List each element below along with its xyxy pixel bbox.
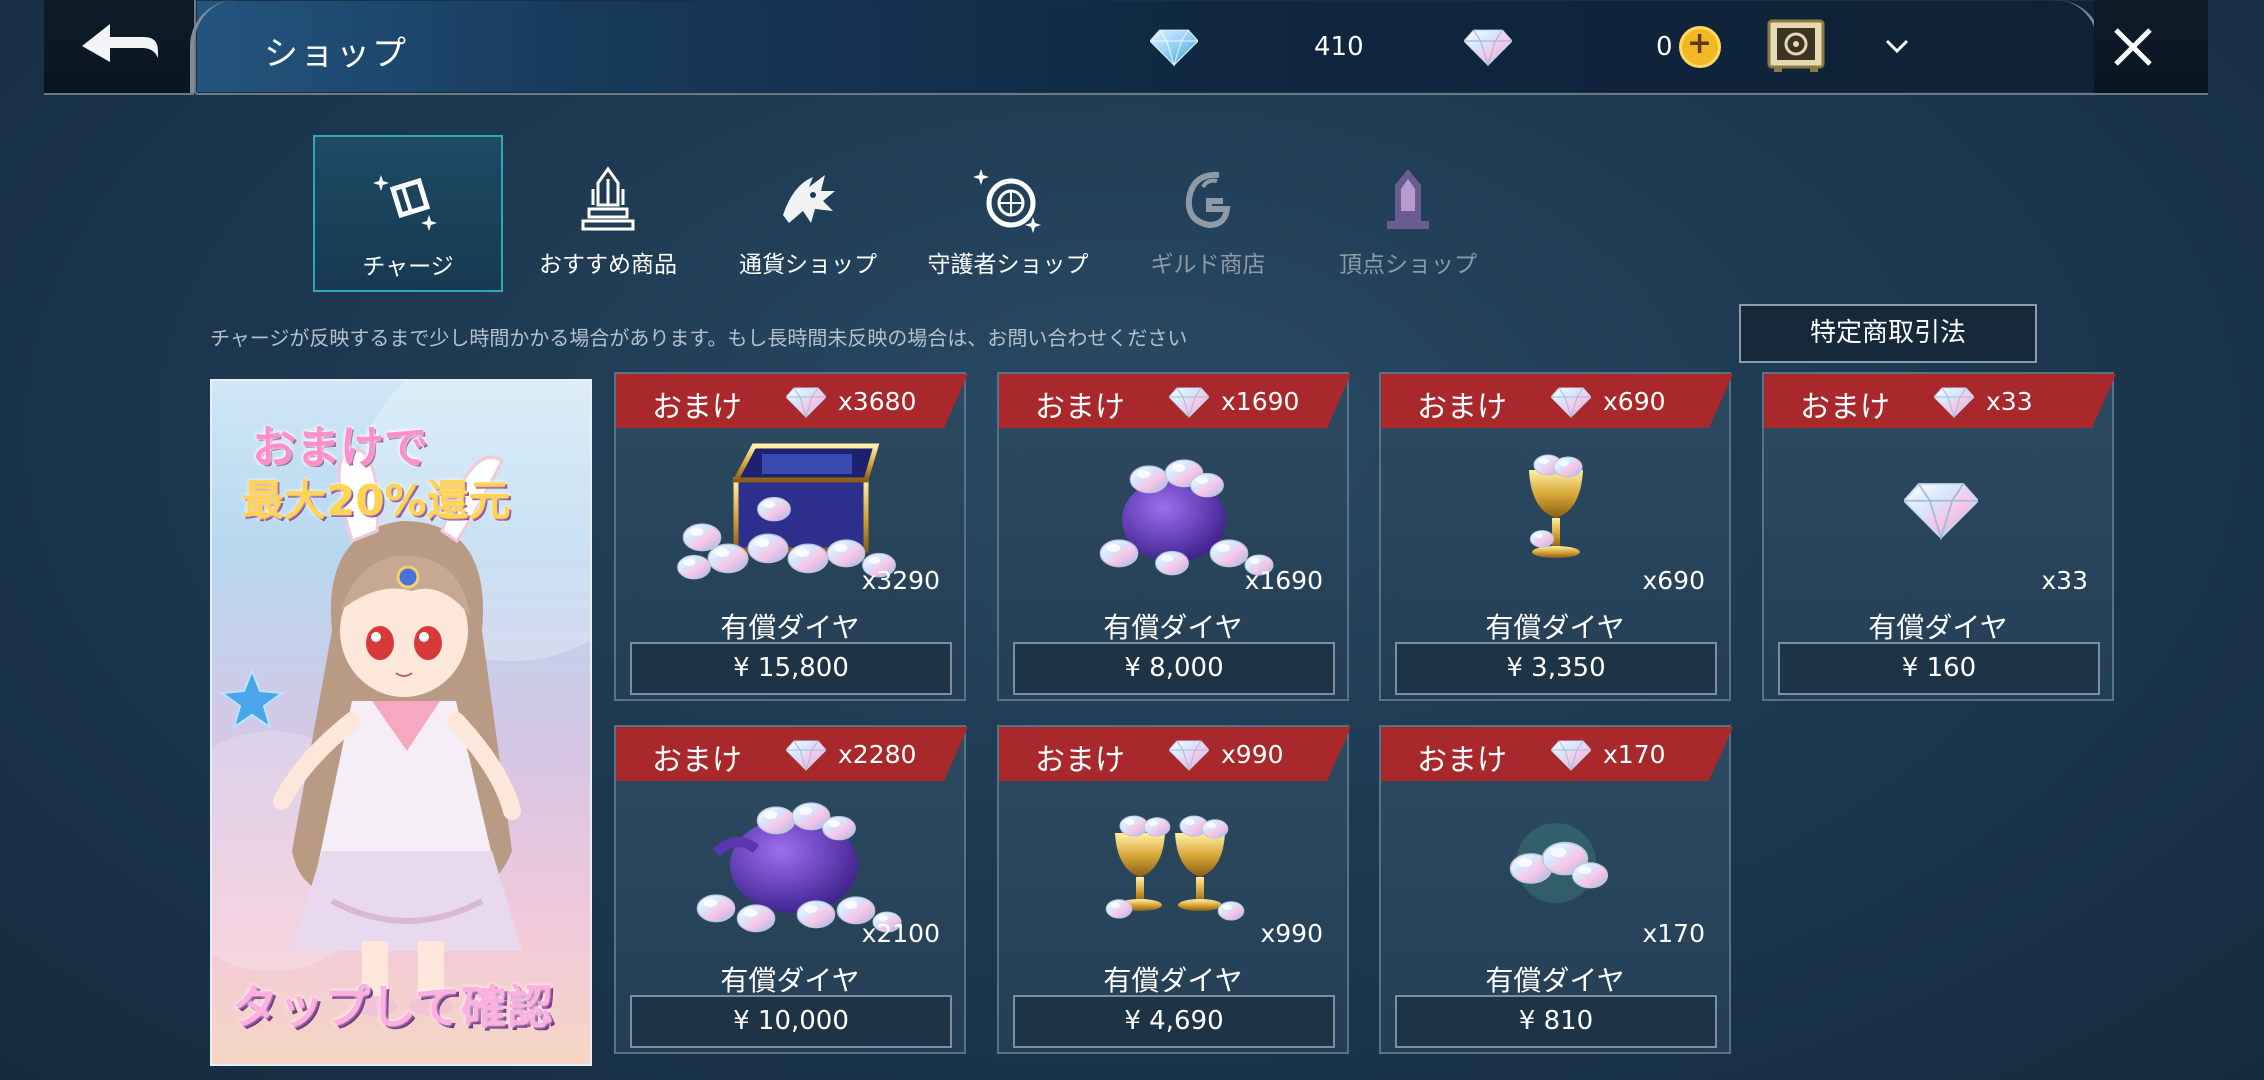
gem-pile-icon	[1509, 823, 1609, 903]
tab-guild-store[interactable]: ギルド商店	[1113, 135, 1303, 292]
bonus-label: おまけ	[1417, 390, 1507, 425]
bonus-amount: x1690	[1221, 387, 1300, 416]
product-card-690[interactable]: おまけ x690 x690 有償ダイヤ ¥ 3,350	[1379, 372, 1733, 701]
tab-charge-label: チャージ	[362, 254, 454, 280]
price-button[interactable]: ¥ 810	[1395, 995, 1717, 1048]
product-name: 有償ダイヤ	[1103, 964, 1243, 997]
quantity: x2100	[861, 919, 940, 948]
goblet-icon	[1529, 454, 1583, 558]
diamond-icon	[786, 739, 826, 771]
quantity: x170	[1642, 919, 1705, 948]
product-name: 有償ダイヤ	[720, 611, 860, 644]
dragon-icon	[783, 175, 835, 223]
close-icon[interactable]	[2110, 24, 2156, 70]
back-arrow-icon[interactable]	[74, 18, 164, 74]
tower-icon	[581, 166, 635, 231]
diamond-icon	[1551, 739, 1591, 771]
bonus-amount: x33	[1986, 387, 2033, 416]
tab-guardian-shop[interactable]: 守護者ショップ	[913, 135, 1103, 292]
commercial-law-button[interactable]: 特定商取引法	[1739, 304, 2037, 363]
top-bar: ショップ 410 0 +	[44, 0, 2208, 95]
paid-diamond-counter	[1150, 22, 1198, 72]
bonus-amount: x2280	[838, 740, 917, 769]
bonus-amount: x170	[1603, 740, 1666, 769]
bonus-label: おまけ	[1035, 390, 1125, 425]
quantity: x3290	[861, 566, 940, 595]
add-diamond-button[interactable]: +	[1678, 26, 1721, 68]
banner-headline-1: おまけで	[252, 422, 428, 473]
guardian-emblem-icon	[973, 169, 1041, 233]
product-card-170[interactable]: おまけ x170 x170 有償ダイヤ ¥ 810	[1379, 725, 1733, 1054]
tab-recommended-label: おすすめ商品	[539, 252, 677, 278]
bonus-amount: x990	[1221, 740, 1284, 769]
free-diamond-value-wrap: 0 +	[1656, 22, 1721, 72]
quantity: x990	[1260, 919, 1323, 948]
double-goblet-icon	[1105, 815, 1245, 921]
bonus-amount: x690	[1603, 387, 1666, 416]
page-title: ショップ	[264, 34, 408, 74]
price-button[interactable]: ¥ 160	[1778, 642, 2100, 695]
price-button[interactable]: ¥ 10,000	[630, 995, 952, 1048]
product-card-1690[interactable]: おまけ x1690 x1690 有償ダイヤ ¥ 8,000	[997, 372, 1351, 701]
guild-crest-icon	[1185, 171, 1231, 229]
product-name: 有償ダイヤ	[1103, 611, 1243, 644]
price-button[interactable]: ¥ 3,350	[1395, 642, 1717, 695]
diamond-icon	[1551, 386, 1591, 418]
tab-apex-shop-label: 頂点ショップ	[1339, 252, 1477, 278]
price-button[interactable]: ¥ 4,690	[1013, 995, 1335, 1048]
bonus-amount: x3680	[838, 387, 917, 416]
diamond-icon	[1169, 739, 1209, 771]
bonus-banner[interactable]: おまけで 最大20%還元 タップして確認	[210, 379, 592, 1066]
paid-diamond-icon	[1150, 29, 1198, 67]
banner-headline-2: 最大20%還元	[242, 476, 511, 525]
banner-cta: タップして確認	[232, 980, 553, 1034]
paid-diamond-count: 410	[1314, 32, 1364, 62]
tab-currency-shop-label: 通貨ショップ	[739, 252, 877, 278]
price-button[interactable]: ¥ 15,800	[630, 642, 952, 695]
product-name: 有償ダイヤ	[1485, 964, 1625, 997]
diamond-icon	[1169, 386, 1209, 418]
tab-guild-store-label: ギルド商店	[1150, 252, 1266, 278]
paid-diamond-value-wrap: 410	[1314, 22, 1364, 72]
tab-apex-shop[interactable]: 頂点ショップ	[1313, 135, 1503, 292]
safe-icon[interactable]	[1766, 18, 1826, 74]
charge-icon	[373, 175, 437, 231]
tab-guardian-shop-label: 守護者ショップ	[927, 252, 1089, 278]
free-diamond-counter	[1464, 22, 1512, 72]
product-name: 有償ダイヤ	[720, 964, 860, 997]
diamond-icon	[786, 386, 826, 418]
product-card-990[interactable]: おまけ x990 x990 有償ダイヤ ¥ 4,690	[997, 725, 1351, 1054]
price-button[interactable]: ¥ 8,000	[1013, 642, 1335, 695]
apex-tower-icon	[1387, 169, 1429, 229]
tab-currency-shop[interactable]: 通貨ショップ	[713, 135, 903, 292]
tab-charge[interactable]: チャージ	[313, 135, 503, 292]
product-name: 有償ダイヤ	[1868, 611, 2008, 644]
charge-notice: チャージが反映するまで少し時間かかる場合があります。もし長時間未反映の場合は、お…	[210, 326, 1188, 350]
single-diamond-icon	[1904, 483, 1978, 539]
quantity: x690	[1642, 566, 1705, 595]
bonus-label: おまけ	[1035, 743, 1125, 778]
product-name: 有償ダイヤ	[1485, 611, 1625, 644]
quantity: x33	[2041, 566, 2088, 595]
quantity: x1690	[1244, 566, 1323, 595]
bonus-label: おまけ	[652, 743, 742, 778]
bonus-label: おまけ	[1417, 743, 1507, 778]
product-card-2100[interactable]: おまけ x2280 x2100 有償ダイヤ ¥ 10,000	[614, 725, 968, 1054]
product-card-3290[interactable]: おまけ x3680 x3290 有償ダイヤ ¥ 15,800	[614, 372, 968, 701]
chevron-down-icon[interactable]	[1882, 34, 1912, 58]
free-diamond-icon	[1464, 27, 1512, 67]
tab-recommended[interactable]: おすすめ商品	[513, 135, 703, 292]
bonus-label: おまけ	[1800, 390, 1890, 425]
free-diamond-count: 0	[1656, 32, 1673, 62]
product-card-33[interactable]: おまけ x33 x33 有償ダイヤ ¥ 160	[1762, 372, 2116, 701]
diamond-icon	[1934, 386, 1974, 418]
bonus-label: おまけ	[652, 390, 742, 425]
